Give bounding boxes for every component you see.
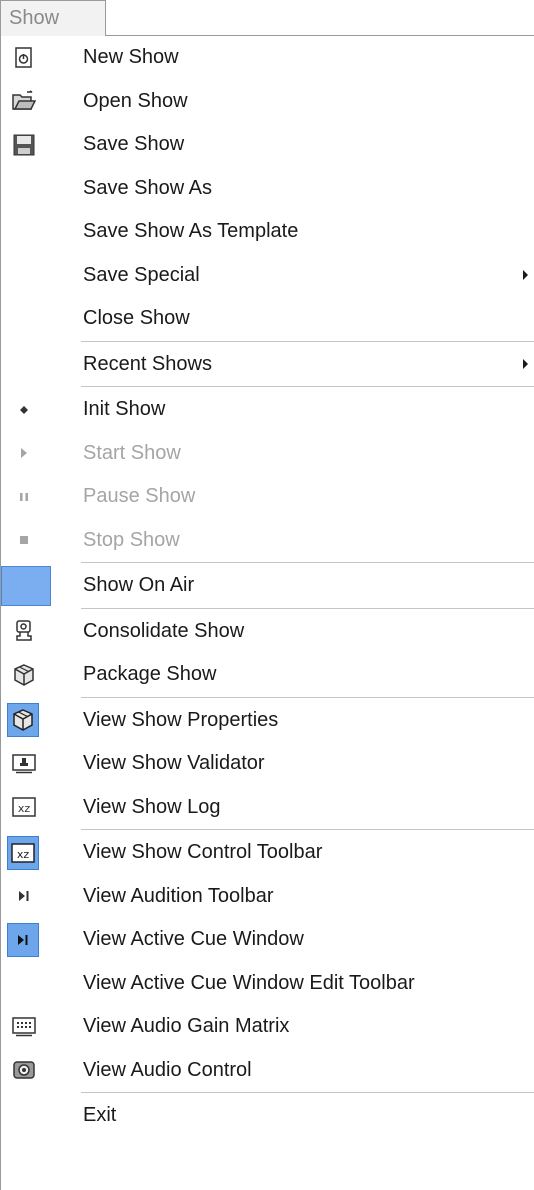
menu-item-label: New Show	[83, 46, 179, 68]
menu-item-label: Save Show	[83, 133, 185, 155]
play-icon	[11, 440, 37, 466]
menu-item-label: Exit	[83, 1104, 117, 1126]
menu-item-view-show-properties[interactable]: View Show Properties	[1, 699, 534, 743]
show-menu-dropdown: New Show Open Show Save Show Save Show A…	[0, 36, 534, 1190]
menu-item-label: View Active Cue Window Edit Toolbar	[83, 971, 415, 994]
menu-item-view-show-validator[interactable]: View Show Validator	[1, 742, 534, 786]
on-air-indicator-icon	[1, 565, 51, 606]
menu-item-view-active-cue-window-edit-toolbar[interactable]: View Active Cue Window Edit Toolbar	[1, 962, 534, 1006]
menu-item-close-show[interactable]: Close Show	[1, 297, 534, 341]
menu-item-view-audition-toolbar[interactable]: View Audition Toolbar	[1, 875, 534, 919]
menu-item-label: View Audio Control	[83, 1058, 252, 1081]
menu-item-label: View Show Log	[83, 795, 221, 818]
validator-icon	[11, 751, 37, 777]
menu-item-label: Start Show	[83, 441, 181, 464]
menu-item-view-active-cue-window[interactable]: View Active Cue Window	[1, 918, 534, 962]
gain-matrix-icon	[11, 1014, 37, 1040]
menu-item-new-show[interactable]: New Show	[1, 36, 534, 80]
menu-item-exit[interactable]: Exit	[1, 1094, 534, 1138]
svg-text:xz: xz	[18, 802, 31, 815]
floppy-disk-icon	[11, 132, 37, 158]
menu-item-label: Show On Air	[83, 574, 195, 596]
menu-item-start-show[interactable]: Start Show	[1, 432, 534, 476]
menu-item-package-show[interactable]: Package Show	[1, 653, 534, 697]
stop-icon	[11, 527, 37, 553]
menu-item-view-audio-gain-matrix[interactable]: View Audio Gain Matrix	[1, 1005, 534, 1049]
menu-bar: Show	[0, 0, 534, 36]
play-to-end-icon	[7, 922, 39, 957]
menu-item-save-special[interactable]: Save Special	[1, 254, 534, 298]
menu-item-label: Consolidate Show	[83, 619, 245, 642]
menu-item-label: Save Show As Template	[83, 220, 299, 242]
menu-item-consolidate-show[interactable]: Consolidate Show	[1, 610, 534, 654]
new-document-icon	[11, 45, 37, 71]
audio-control-icon	[11, 1057, 37, 1083]
menu-item-init-show[interactable]: Init Show	[1, 388, 534, 432]
submenu-arrow-icon	[523, 359, 528, 370]
menu-item-open-show[interactable]: Open Show	[1, 80, 534, 124]
consolidate-icon	[11, 618, 37, 644]
menu-item-label: Pause Show	[83, 485, 196, 507]
menu-item-label: View Show Validator	[83, 752, 265, 774]
menu-item-label: View Show Control Toolbar	[83, 841, 323, 863]
bullet-icon	[11, 397, 37, 423]
log-icon: xz	[7, 835, 39, 870]
menu-item-pause-show[interactable]: Pause Show	[1, 475, 534, 519]
menu-item-label: View Active Cue Window	[83, 928, 304, 950]
menu-item-stop-show[interactable]: Stop Show	[1, 519, 534, 563]
menu-item-view-audio-control[interactable]: View Audio Control	[1, 1049, 534, 1093]
menu-item-view-show-control-toolbar[interactable]: xz View Show Control Toolbar	[1, 831, 534, 875]
package-icon	[7, 703, 39, 738]
menu-item-label: View Audition Toolbar	[83, 884, 274, 907]
menu-item-label: Save Special	[83, 263, 200, 286]
show-menu-title[interactable]: Show	[0, 0, 106, 36]
play-to-end-icon	[11, 883, 37, 909]
menu-item-label: Stop Show	[83, 528, 180, 551]
menu-item-label: Save Show As	[83, 176, 212, 199]
svg-text:xz: xz	[17, 848, 30, 861]
menu-item-label: View Audio Gain Matrix	[83, 1015, 290, 1037]
menu-item-label: Close Show	[83, 307, 190, 329]
menu-item-label: Open Show	[83, 89, 188, 112]
menu-item-label: View Show Properties	[83, 708, 279, 731]
pause-icon	[11, 484, 37, 510]
menu-item-label: Init Show	[83, 398, 166, 420]
menu-item-show-on-air[interactable]: Show On Air	[1, 564, 534, 608]
menu-item-label: Package Show	[83, 663, 217, 685]
menu-item-save-show-as[interactable]: Save Show As	[1, 167, 534, 211]
menu-item-view-show-log[interactable]: xz View Show Log	[1, 786, 534, 830]
open-folder-icon	[11, 88, 37, 114]
log-icon: xz	[11, 794, 37, 820]
menu-item-recent-shows[interactable]: Recent Shows	[1, 343, 534, 387]
menu-item-save-show-as-template[interactable]: Save Show As Template	[1, 210, 534, 254]
menu-item-save-show[interactable]: Save Show	[1, 123, 534, 167]
menu-item-label: Recent Shows	[83, 352, 212, 375]
package-icon	[11, 662, 37, 688]
submenu-arrow-icon	[523, 270, 528, 281]
